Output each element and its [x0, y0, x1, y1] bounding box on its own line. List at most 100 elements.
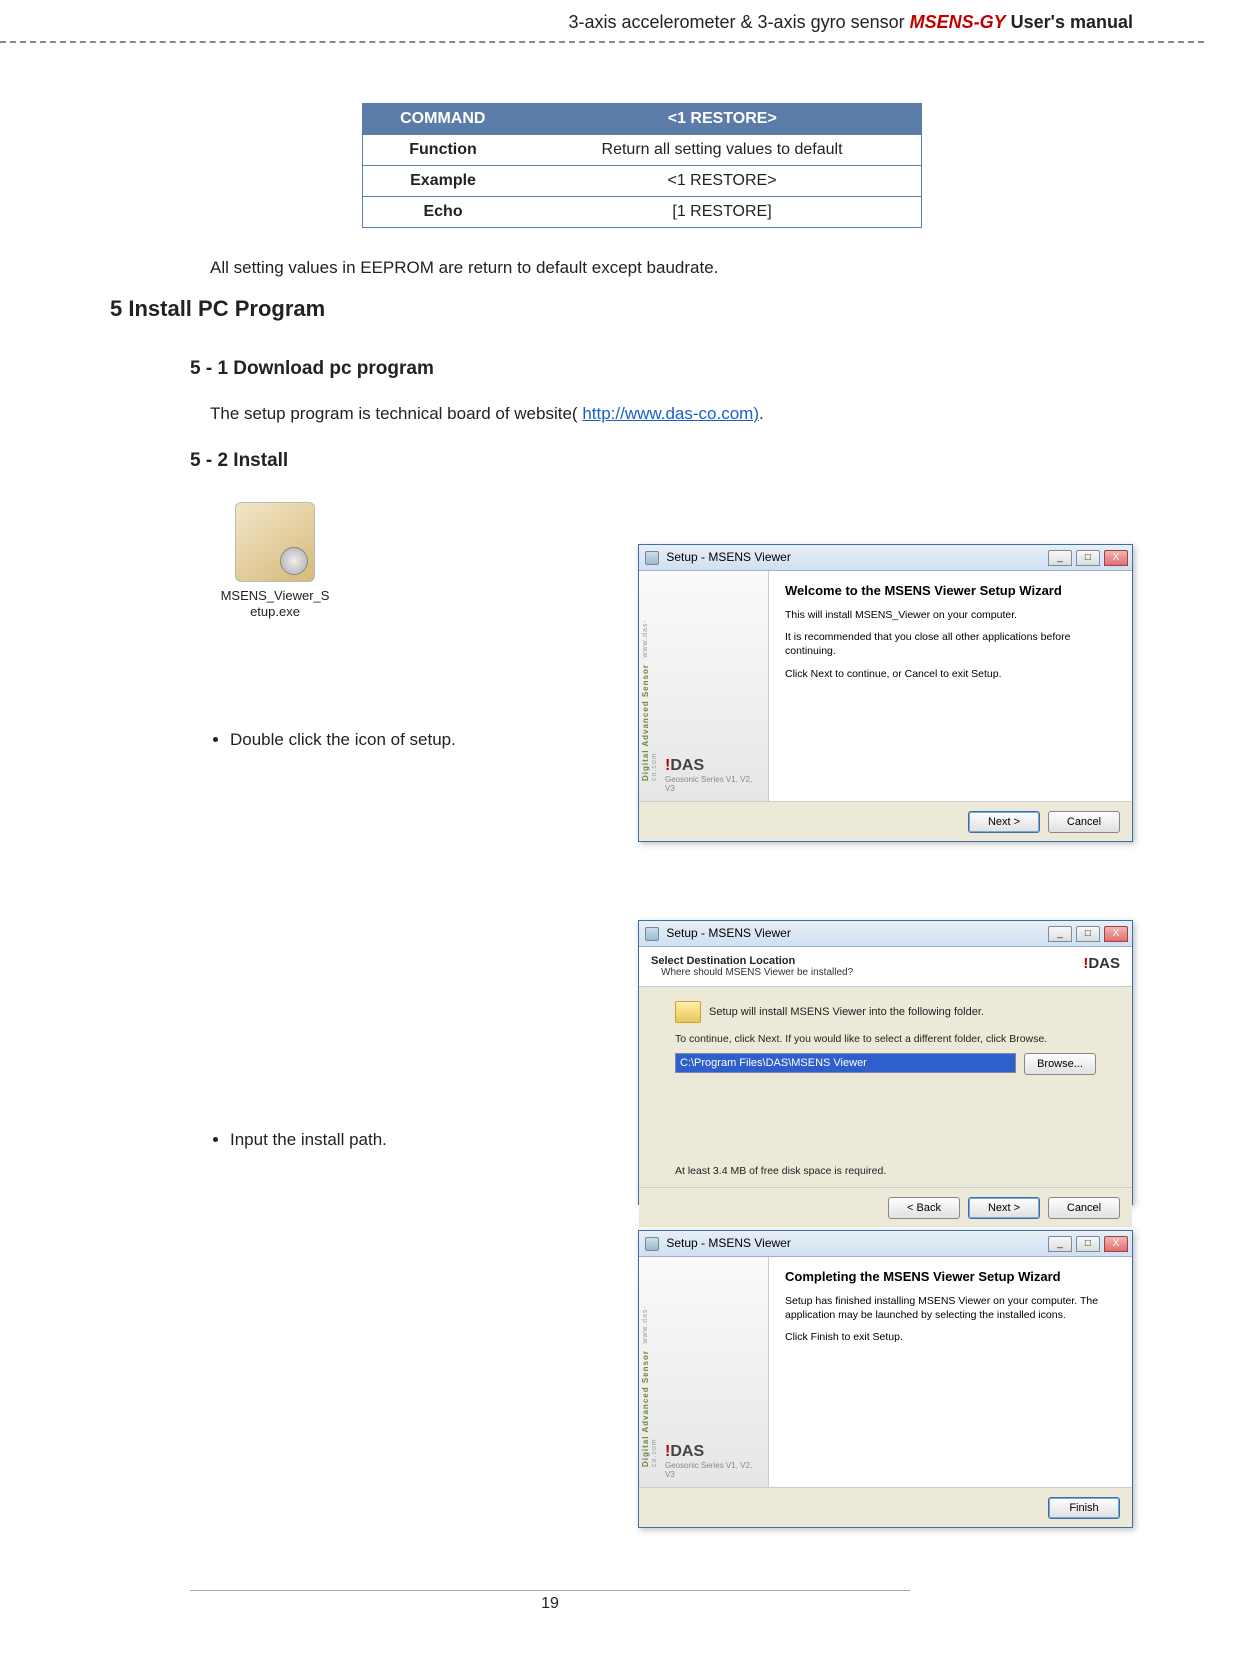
table-row: Function Return all setting values to de… — [362, 135, 921, 166]
download-link[interactable]: http://www.das-co.com) — [582, 404, 759, 423]
wizard2-header-strip: Select Destination Location Where should… — [639, 947, 1132, 987]
wizard-title: Setup - MSENS Viewer — [645, 550, 791, 565]
finish-button[interactable]: Finish — [1048, 1497, 1120, 1519]
das-logo-text: DAS — [670, 1443, 704, 1460]
minimize-button[interactable]: _ — [1048, 1236, 1072, 1252]
body-pre: The setup program is technical board of … — [210, 404, 582, 423]
wizard-title: Setup - MSENS Viewer — [645, 1236, 791, 1251]
page-header: 3-axis accelerometer & 3-axis gyro senso… — [140, 0, 1143, 41]
wizard2-hs-sub: Where should MSENS Viewer be installed? — [661, 967, 853, 978]
wizard-sidebar: Digital Advanced Sensor www.das-co.com !… — [639, 571, 769, 801]
close-button[interactable]: X — [1104, 550, 1128, 566]
page-number: 19 — [541, 1595, 559, 1612]
sidebar-logo: !DAS Geosonic Series V1, V2, V3 — [665, 757, 755, 797]
wizard3-heading: Completing the MSENS Viewer Setup Wizard — [785, 1269, 1116, 1284]
restore-note: All setting values in EEPROM are return … — [210, 258, 1143, 278]
page-footer: 19 — [190, 1590, 910, 1613]
cmd-row-value: <1 RESTORE> — [524, 166, 921, 197]
wizard3-p2: Click Finish to exit Setup. — [785, 1330, 1116, 1344]
wizard-footer: Next > Cancel — [639, 801, 1132, 841]
wizard1-p3: Click Next to continue, or Cancel to exi… — [785, 667, 1116, 681]
wizard2-instr: To continue, click Next. If you would li… — [675, 1033, 1096, 1045]
wizard-titlebar[interactable]: Setup - MSENS Viewer _ □ X — [639, 1231, 1132, 1257]
wizard3-p1: Setup has finished installing MSENS View… — [785, 1294, 1116, 1322]
filename-line2: etup.exe — [250, 604, 300, 619]
wizard-main: Completing the MSENS Viewer Setup Wizard… — [769, 1257, 1132, 1487]
setup-file-icon[interactable]: MSENS_Viewer_S etup.exe — [210, 496, 340, 625]
header-manual: User's manual — [1011, 12, 1133, 32]
command-table: COMMAND <1 RESTORE> Function Return all … — [362, 103, 922, 228]
wizard-title-text: Setup - MSENS Viewer — [666, 1236, 791, 1250]
wizard-main: Welcome to the MSENS Viewer Setup Wizard… — [769, 571, 1132, 801]
maximize-button[interactable]: □ — [1076, 926, 1100, 942]
folder-icon — [675, 1001, 701, 1023]
wizard2-hs-logo: !DAS — [1083, 955, 1120, 978]
setup-wizard-destination: Setup - MSENS Viewer _ □ X Select Destin… — [638, 920, 1133, 1205]
filename-line1: MSENS_Viewer_S — [221, 588, 330, 603]
sidebar-brand-text: Digital Advanced Sensor — [641, 664, 650, 781]
close-button[interactable]: X — [1104, 1236, 1128, 1252]
wizard1-p2: It is recommended that you close all oth… — [785, 630, 1116, 658]
body-post: . — [759, 404, 764, 423]
section-5-1-body: The setup program is technical board of … — [210, 404, 1143, 424]
sidebar-logo-sub: Geosonic Series V1, V2, V3 — [665, 775, 752, 793]
installer-filename: MSENS_Viewer_S etup.exe — [216, 588, 334, 619]
table-row: Echo [1 RESTORE] — [362, 197, 921, 228]
wizard-titlebar[interactable]: Setup - MSENS Viewer _ □ X — [639, 921, 1132, 947]
wizard2-body: Setup will install MSENS Viewer into the… — [639, 987, 1132, 1187]
wizard1-p1: This will install MSENS_Viewer on your c… — [785, 608, 1116, 622]
setup-disk-icon — [645, 1237, 659, 1251]
close-button[interactable]: X — [1104, 926, 1128, 942]
setup-disk-icon — [645, 551, 659, 565]
sidebar-brand: Digital Advanced Sensor www.das-co.com — [641, 601, 655, 781]
setup-wizard-welcome: Setup - MSENS Viewer _ □ X Digital Advan… — [638, 544, 1133, 842]
minimize-button[interactable]: _ — [1048, 550, 1072, 566]
wizard-footer: < Back Next > Cancel — [639, 1187, 1132, 1227]
window-buttons: _ □ X — [1047, 1236, 1128, 1252]
das-logo: !DAS — [665, 1443, 704, 1460]
install-path-input[interactable] — [675, 1053, 1016, 1073]
header-sensor-desc: 3-axis accelerometer & 3-axis gyro senso… — [568, 12, 909, 32]
sidebar-brand: Digital Advanced Sensor www.das-co.com — [641, 1287, 655, 1467]
wizard-title-text: Setup - MSENS Viewer — [666, 926, 791, 940]
next-button[interactable]: Next > — [968, 1197, 1040, 1219]
sidebar-logo-sub: Geosonic Series V1, V2, V3 — [665, 1461, 752, 1479]
cmd-head-left: COMMAND — [362, 104, 524, 135]
wizard-footer: Finish — [639, 1487, 1132, 1527]
cmd-row-label: Example — [362, 166, 524, 197]
cmd-row-value: Return all setting values to default — [524, 135, 921, 166]
setup-disk-icon — [645, 927, 659, 941]
das-logo-text: DAS — [670, 757, 704, 774]
next-button[interactable]: Next > — [968, 811, 1040, 833]
setup-wizard-finish: Setup - MSENS Viewer _ □ X Digital Advan… — [638, 1230, 1133, 1528]
das-logo: !DAS — [665, 757, 704, 774]
wizard1-heading: Welcome to the MSENS Viewer Setup Wizard — [785, 583, 1116, 598]
wizard2-hs-title: Select Destination Location — [651, 955, 853, 967]
wizard-title: Setup - MSENS Viewer — [645, 926, 791, 941]
cmd-row-label: Echo — [362, 197, 524, 228]
wizard-titlebar[interactable]: Setup - MSENS Viewer _ □ X — [639, 545, 1132, 571]
wizard2-req: At least 3.4 MB of free disk space is re… — [675, 1165, 1096, 1177]
section-5-1-title: 5 - 1 Download pc program — [190, 358, 1143, 380]
cmd-head-right: <1 RESTORE> — [524, 104, 921, 135]
cancel-button[interactable]: Cancel — [1048, 1197, 1120, 1219]
maximize-button[interactable]: □ — [1076, 1236, 1100, 1252]
wizard-sidebar: Digital Advanced Sensor www.das-co.com !… — [639, 1257, 769, 1487]
cmd-row-label: Function — [362, 135, 524, 166]
wizard2-folder-text: Setup will install MSENS Viewer into the… — [709, 1006, 984, 1018]
table-row: Example <1 RESTORE> — [362, 166, 921, 197]
installer-icon — [235, 502, 315, 582]
browse-button[interactable]: Browse... — [1024, 1053, 1096, 1075]
window-buttons: _ □ X — [1047, 550, 1128, 566]
cancel-button[interactable]: Cancel — [1048, 811, 1120, 833]
section-5-title: 5 Install PC Program — [110, 296, 1143, 322]
section-5-2-title: 5 - 2 Install — [190, 450, 1143, 472]
wizard-title-text: Setup - MSENS Viewer — [666, 550, 791, 564]
minimize-button[interactable]: _ — [1048, 926, 1072, 942]
wizard2-hs-logo-text: DAS — [1088, 955, 1120, 972]
maximize-button[interactable]: □ — [1076, 550, 1100, 566]
back-button[interactable]: < Back — [888, 1197, 960, 1219]
sidebar-logo: !DAS Geosonic Series V1, V2, V3 — [665, 1443, 755, 1483]
sidebar-brand-text: Digital Advanced Sensor — [641, 1350, 650, 1467]
window-buttons: _ □ X — [1047, 926, 1128, 942]
